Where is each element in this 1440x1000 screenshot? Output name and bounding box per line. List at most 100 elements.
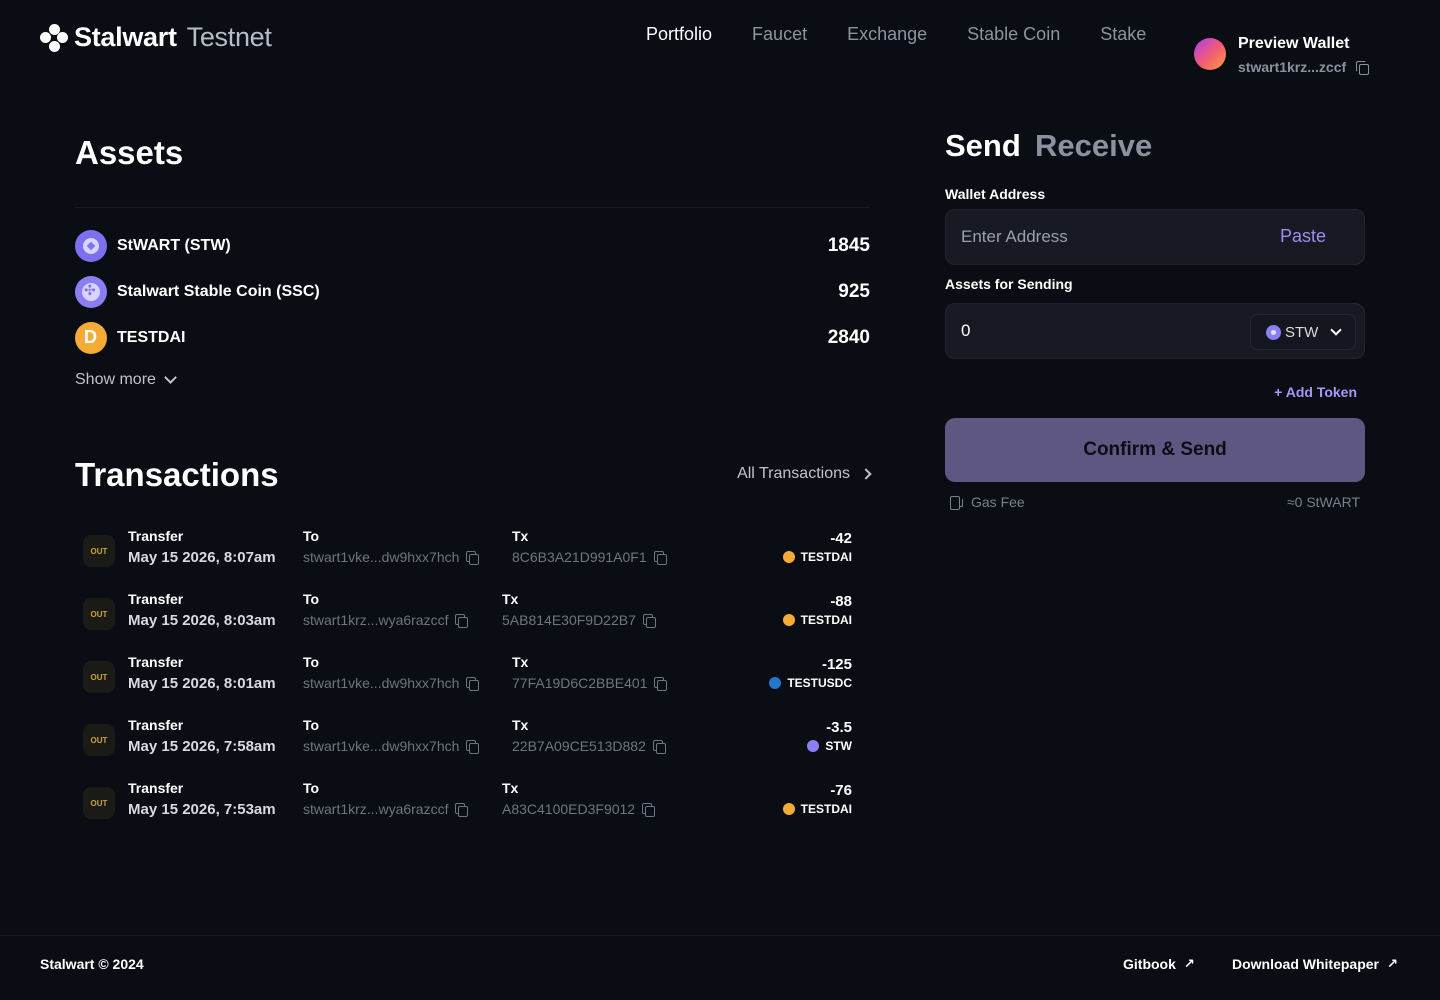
to-address: stwart1vke...dw9hxx7hch (303, 675, 460, 691)
gas-pump-icon (950, 495, 963, 510)
tx-token: TESTDAI (800, 613, 852, 627)
transactions-heading: Transactions (75, 456, 279, 493)
to-address: stwart1vke...dw9hxx7hch (303, 738, 460, 754)
brand-logo-link[interactable]: Stalwart Testnet (40, 22, 272, 53)
confirm-send-button[interactable]: Confirm & Send (945, 418, 1365, 482)
asset-row-testdai[interactable]: TESTDAI 2840 (75, 322, 870, 354)
token-icon (769, 677, 782, 689)
asset-row-stw[interactable]: StWART (STW) 1845 (75, 230, 870, 262)
all-transactions-label: All Transactions (737, 465, 850, 482)
nav-stake[interactable]: Stake (1100, 22, 1146, 46)
copy-icon[interactable] (455, 802, 469, 817)
tx-amount: -76 (830, 782, 852, 799)
transaction-row[interactable]: OUT Transfer May 15 2026, 8:07am To stwart1v… (75, 528, 870, 576)
asset-row-ssc[interactable]: Stalwart Stable Coin (SSC) 925 (75, 276, 870, 308)
nav-stable-coin[interactable]: Stable Coin (967, 22, 1060, 46)
all-transactions-link[interactable]: All Transactions (737, 465, 872, 483)
tx-date: May 15 2026, 8:01am (128, 675, 276, 692)
asset-name: TESTDAI (117, 329, 186, 346)
tab-send[interactable]: Send (945, 128, 1021, 164)
show-more-label: Show more (75, 371, 156, 388)
assets-for-sending-label: Assets for Sending (945, 276, 1073, 292)
copy-icon[interactable] (1356, 60, 1370, 75)
chevron-right-icon (860, 468, 872, 480)
nav-portfolio[interactable]: Portfolio (646, 22, 712, 46)
brand-network: Testnet (186, 22, 272, 52)
tx-amount: -125 (821, 656, 852, 673)
wallet-address: stwart1krz...zccf (1238, 59, 1347, 75)
copy-icon[interactable] (653, 550, 667, 565)
footer-divider (0, 935, 1440, 936)
amount-input[interactable] (961, 304, 1181, 358)
gas-fee-value: ≈0 StWART (1286, 494, 1360, 510)
wallet-menu[interactable]: Preview Wallet stwart1krz...zccf (1194, 36, 1370, 75)
assets-heading: Assets (75, 134, 184, 171)
tx-date: May 15 2026, 7:53am (128, 801, 276, 818)
nav-exchange[interactable]: Exchange (847, 22, 927, 46)
asset-amount: 2840 (827, 327, 870, 348)
token-icon (782, 614, 795, 626)
copy-icon[interactable] (466, 550, 480, 565)
download-whitepaper-link[interactable]: Download Whitepaper ↗ (1232, 956, 1398, 972)
tx-label: Tx (512, 717, 529, 733)
wallet-address-label: Wallet Address (945, 186, 1046, 202)
tx-token: STW (825, 739, 852, 753)
copy-icon[interactable] (642, 802, 656, 817)
copy-icon[interactable] (466, 739, 480, 754)
tab-receive[interactable]: Receive (1035, 128, 1152, 164)
external-link-icon: ↗ (1387, 956, 1398, 971)
tx-type: Transfer (128, 654, 184, 670)
out-badge: OUT (83, 598, 115, 630)
gitbook-label: Gitbook (1123, 956, 1176, 972)
tx-label: Tx (502, 780, 519, 796)
out-badge: OUT (83, 535, 115, 567)
transaction-row[interactable]: OUT Transfer May 15 2026, 8:01am To stwart1v… (75, 654, 870, 702)
copy-icon[interactable] (642, 613, 656, 628)
external-link-icon: ↗ (1183, 956, 1195, 971)
dai-token-icon (75, 322, 107, 354)
tx-token: TESTUSDC (787, 676, 852, 690)
asset-amount: 1845 (827, 235, 870, 256)
transaction-row[interactable]: OUT Transfer May 15 2026, 7:58am To stwart1v… (75, 717, 870, 765)
wallet-address-input[interactable] (961, 210, 1261, 264)
transaction-row[interactable]: OUT Transfer May 15 2026, 7:53am To stwart1k… (75, 780, 870, 828)
copy-icon[interactable] (455, 613, 469, 628)
copy-icon[interactable] (466, 676, 480, 691)
whitepaper-label: Download Whitepaper (1232, 956, 1379, 972)
main-nav: Portfolio Faucet Exchange Stable Coin St… (626, 22, 1166, 46)
tx-amount: -3.5 (826, 719, 852, 736)
to-label: To (303, 780, 320, 796)
copy-icon[interactable] (654, 676, 668, 691)
to-label: To (303, 528, 320, 544)
tx-hash: A83C4100ED3F9012 (502, 801, 636, 817)
to-label: To (303, 717, 320, 733)
asset-name: Stalwart Stable Coin (SSC) (117, 283, 320, 300)
add-token-button[interactable]: + Add Token (1274, 384, 1357, 400)
tx-label: Tx (502, 591, 519, 607)
token-select[interactable]: STW (1250, 314, 1356, 350)
stw-token-icon (1266, 324, 1281, 340)
tx-type: Transfer (128, 528, 184, 544)
to-label: To (303, 654, 320, 670)
token-icon (782, 551, 795, 563)
asset-name: StWART (STW) (117, 237, 231, 254)
to-label: To (303, 591, 320, 607)
show-more-button[interactable]: Show more (75, 371, 177, 389)
wallet-avatar (1194, 38, 1226, 70)
top-header: Stalwart Testnet Portfolio Faucet Exchan… (0, 0, 1440, 80)
footer-copyright: Stalwart © 2024 (40, 956, 144, 972)
to-address: stwart1vke...dw9hxx7hch (303, 549, 460, 565)
gitbook-link[interactable]: Gitbook ↗ (1123, 956, 1195, 972)
ssc-token-icon (75, 276, 107, 308)
tx-hash: 8C6B3A21D991A0F1 (512, 549, 647, 565)
copy-icon[interactable] (652, 739, 666, 754)
selected-token: STW (1285, 323, 1319, 341)
amount-field: STW (945, 303, 1365, 359)
to-address: stwart1krz...wya6razccf (303, 801, 449, 817)
nav-faucet[interactable]: Faucet (752, 22, 807, 46)
tx-amount: -88 (830, 593, 852, 610)
tx-label: Tx (512, 654, 529, 670)
tx-hash: 77FA19D6C2BBE401 (512, 675, 648, 691)
transaction-row[interactable]: OUT Transfer May 15 2026, 8:03am To stwart1k… (75, 591, 870, 639)
paste-button[interactable]: Paste (1280, 226, 1326, 247)
